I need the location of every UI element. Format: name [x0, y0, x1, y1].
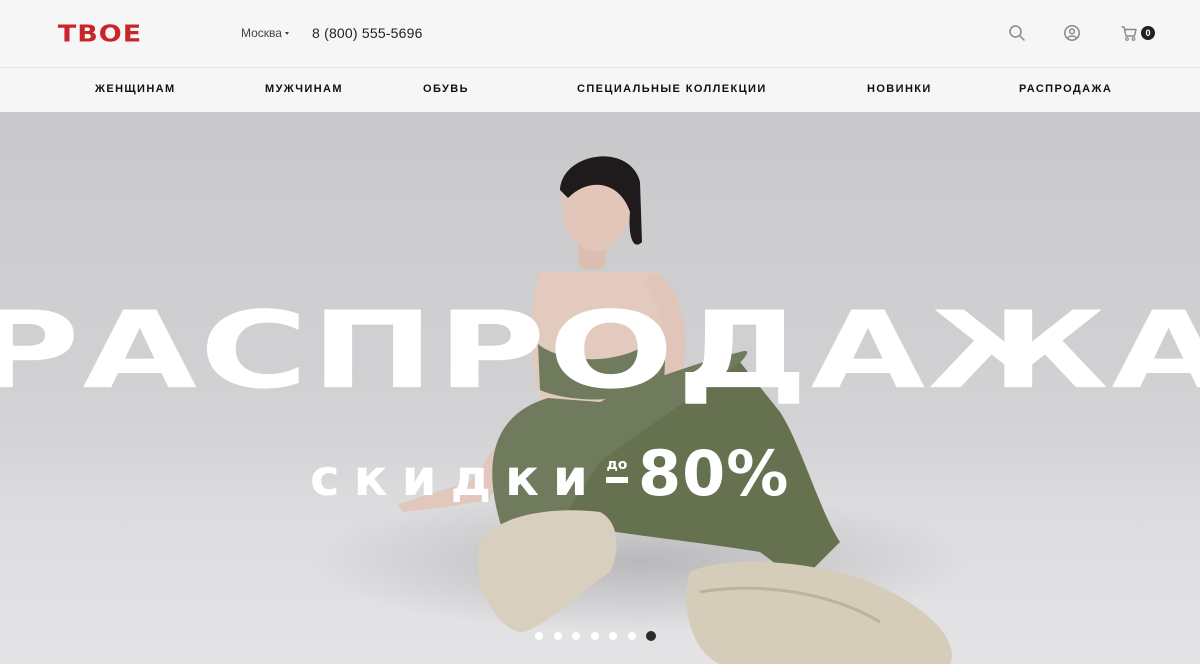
phone-link[interactable]: 8 (800) 555-5696 [312, 25, 423, 41]
discount-prefix: до [606, 457, 628, 473]
cart-button[interactable] [1118, 22, 1140, 44]
hero-headline: РАСПРОДАЖА [0, 289, 1200, 413]
search-button[interactable] [1006, 22, 1028, 44]
nav-item-men[interactable]: МУЖЧИНАМ [265, 83, 343, 95]
discount-word: скидки [310, 449, 602, 507]
carousel-dot[interactable] [609, 632, 617, 640]
user-icon [1064, 25, 1080, 41]
hero-banner[interactable]: РАСПРОДАЖА скидки до 80% [0, 112, 1200, 664]
carousel-dot[interactable] [646, 631, 656, 641]
brand-logo[interactable]: ТВОЕ [54, 21, 146, 48]
account-button[interactable] [1061, 22, 1083, 44]
nav-item-shoes[interactable]: ОБУВЬ [423, 83, 469, 95]
main-nav: ЖЕНЩИНАМ МУЖЧИНАМ ОБУВЬ СПЕЦИАЛЬНЫЕ КОЛЛ… [0, 68, 1200, 112]
city-selector[interactable]: Москва [241, 26, 289, 40]
carousel-dot[interactable] [627, 632, 636, 640]
chevron-down-icon [284, 32, 289, 35]
carousel-dot[interactable] [553, 632, 562, 640]
carousel-dot[interactable] [535, 632, 543, 640]
discount-value: 80% [637, 437, 790, 510]
carousel-dot[interactable] [590, 632, 599, 640]
nav-item-special-collections[interactable]: СПЕЦИАЛЬНЫЕ КОЛЛЕКЦИИ [577, 83, 767, 95]
discount-prefix-block: до [605, 457, 628, 483]
nav-item-sale[interactable]: РАСПРОДАЖА [1019, 83, 1112, 95]
top-header: ТВОЕ Москва 8 (800) 555-5696 0 [0, 0, 1200, 68]
city-label: Москва [241, 26, 282, 40]
dash-mark [605, 477, 628, 483]
carousel-dot[interactable] [572, 632, 580, 640]
search-icon [1009, 25, 1025, 41]
cart-count-badge: 0 [1141, 26, 1155, 40]
hero-discount: скидки до 80% [310, 437, 790, 510]
nav-item-women[interactable]: ЖЕНЩИНАМ [95, 83, 176, 95]
cart-icon [1121, 26, 1137, 41]
carousel-pagination [535, 631, 656, 641]
nav-item-new[interactable]: НОВИНКИ [867, 83, 932, 95]
